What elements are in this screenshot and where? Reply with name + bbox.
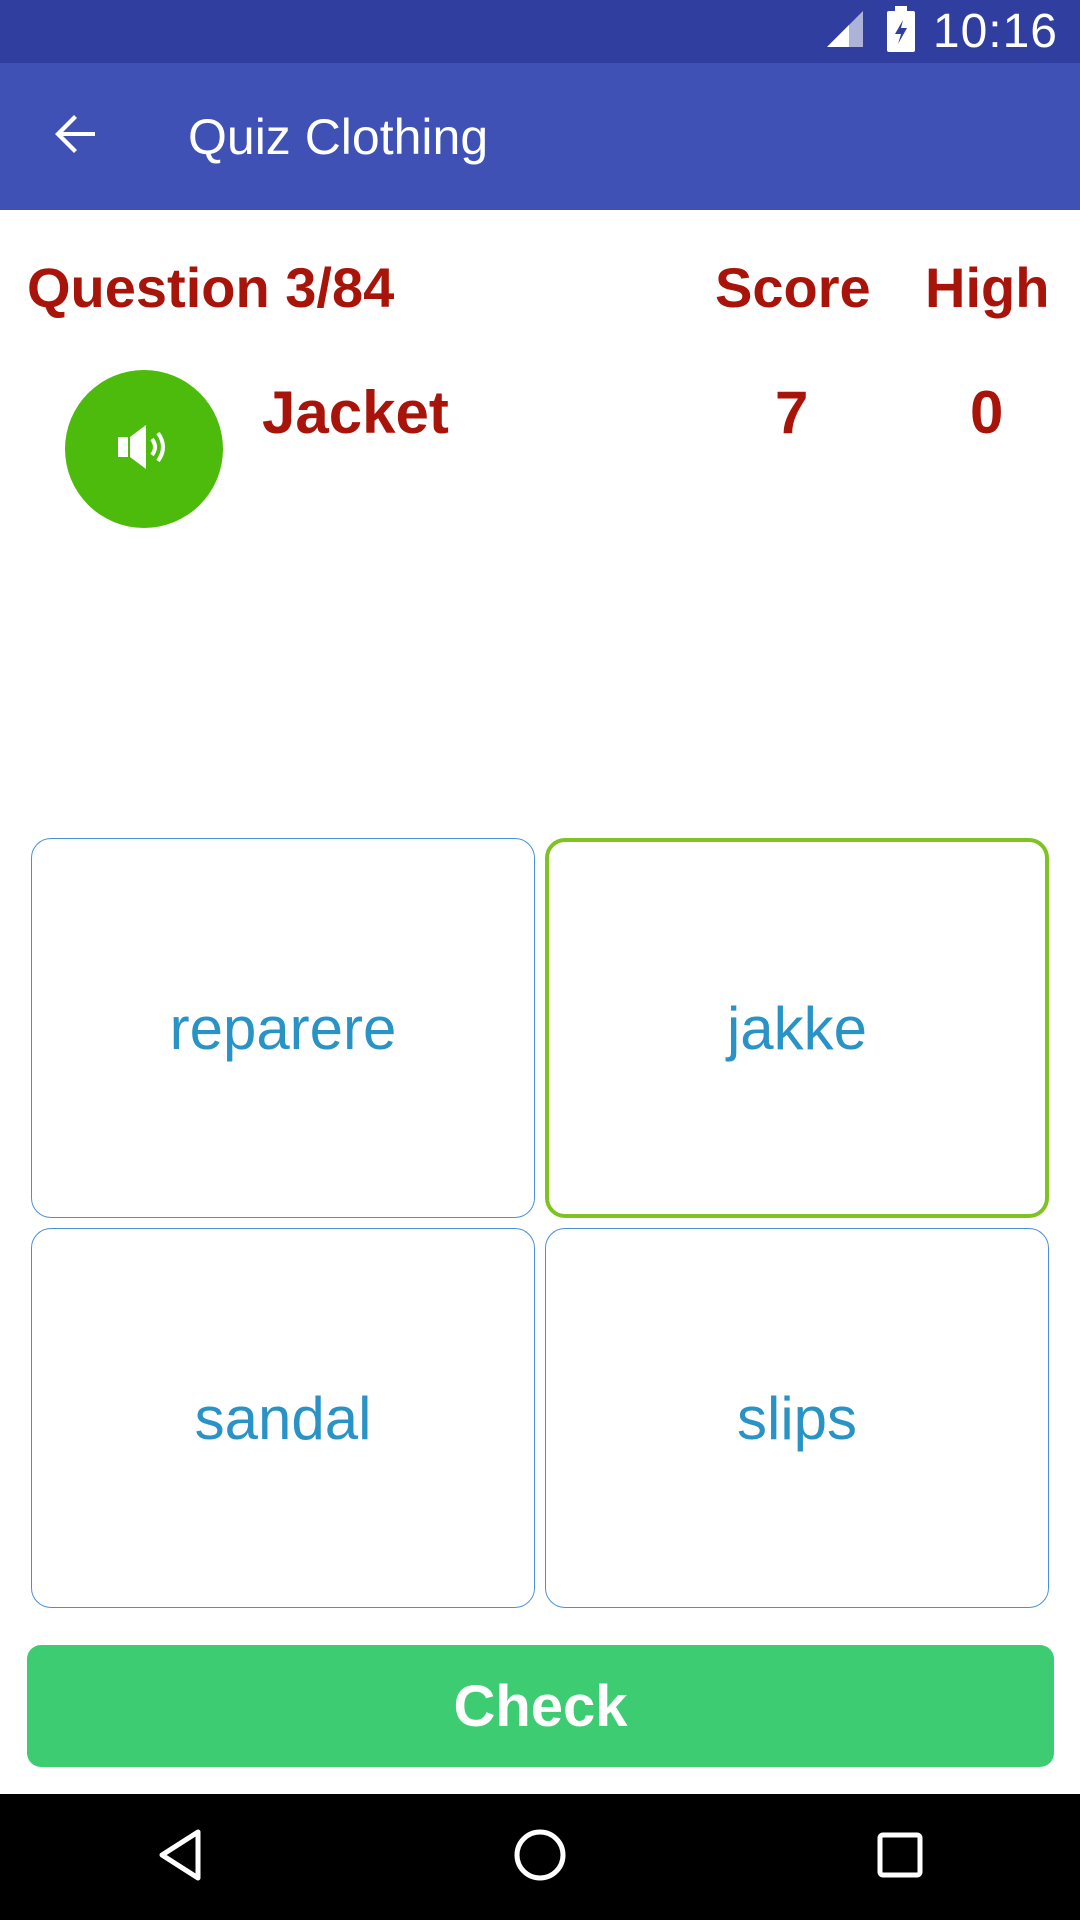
status-bar: 10:16: [0, 0, 1080, 63]
navigation-bar: [0, 1794, 1080, 1920]
signal-icon: [825, 9, 865, 54]
recents-square-icon: [876, 1831, 924, 1884]
answer-option-label: slips: [736, 1384, 858, 1452]
back-button[interactable]: [0, 63, 150, 210]
speaker-button[interactable]: [65, 370, 223, 528]
answer-option-2[interactable]: jakke: [545, 838, 1049, 1218]
answer-option-3[interactable]: sandal: [31, 1228, 535, 1608]
quiz-header: Question 3/84 Score High: [0, 255, 1080, 335]
high-label: High: [925, 256, 1050, 319]
score-value: 7: [775, 379, 809, 446]
status-time: 10:16: [932, 5, 1058, 58]
high-value: 0: [970, 379, 1004, 446]
nav-home-button[interactable]: [480, 1797, 600, 1917]
nav-recents-button[interactable]: [840, 1797, 960, 1917]
app-bar: Quiz Clothing: [0, 63, 1080, 210]
answer-option-1[interactable]: reparere: [31, 838, 535, 1218]
answer-option-4[interactable]: slips: [545, 1228, 1049, 1608]
arrow-back-icon: [51, 110, 99, 163]
check-button[interactable]: Check: [27, 1645, 1054, 1767]
answer-option-label: reparere: [169, 994, 397, 1062]
back-triangle-icon: [156, 1828, 204, 1887]
check-button-label: Check: [453, 1673, 628, 1739]
question-counter: Question 3/84: [27, 256, 395, 319]
answer-option-label: sandal: [194, 1384, 372, 1452]
quiz-word: Jacket: [262, 379, 449, 446]
answer-option-label: jakke: [726, 994, 868, 1062]
home-circle-icon: [513, 1828, 567, 1887]
page-title: Quiz Clothing: [188, 108, 489, 165]
nav-back-button[interactable]: [120, 1797, 240, 1917]
speaker-icon: [112, 415, 176, 484]
score-label: Score: [715, 256, 871, 319]
battery-icon: [886, 6, 915, 57]
